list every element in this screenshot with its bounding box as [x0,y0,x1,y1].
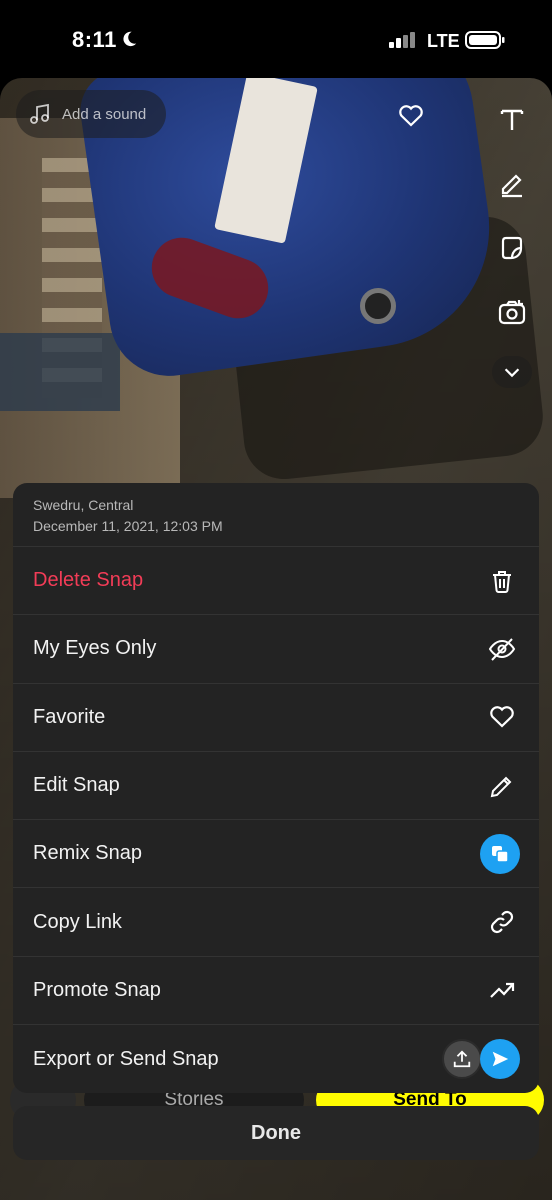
sheet-header: Swedru, Central December 11, 2021, 12:03… [13,483,539,547]
camera-flip-icon [498,300,526,325]
sticker-tool-button[interactable] [492,228,532,268]
draw-tool-button[interactable] [492,164,532,204]
editing-tools [492,100,532,388]
heart-icon [487,702,517,732]
status-bar: 8:11 LTE [0,0,552,78]
pencil-icon [487,771,517,801]
trash-icon [487,566,517,596]
favorite-item[interactable]: Favorite [13,684,539,752]
status-time: 8:11 [72,27,117,52]
car-exhaust [360,288,396,324]
menu-item-label: My Eyes Only [33,637,157,660]
text-tool-button[interactable] [492,100,532,140]
export-send-snap-item[interactable]: Export or Send Snap [13,1025,539,1093]
sticker-icon [501,236,523,260]
remix-snap-item[interactable]: Remix Snap [13,820,539,889]
menu-item-label: Copy Link [33,910,122,933]
snap-location: Swedru, Central [33,497,134,513]
menu-item-label: Remix Snap [33,842,142,865]
promote-snap-item[interactable]: Promote Snap [13,957,539,1026]
music-note-icon [30,103,49,124]
moon-icon [123,31,137,47]
delete-snap-item[interactable]: Delete Snap [13,547,539,616]
menu-item-label: Delete Snap [33,569,144,592]
trending-up-icon [487,975,517,1005]
copy-link-item[interactable]: Copy Link [13,888,539,957]
my-eyes-only-item[interactable]: My Eyes Only [13,615,539,684]
chevron-down-icon [504,368,520,378]
add-sound-button[interactable]: Add a sound [16,90,166,138]
remix-icon [480,833,520,874]
camera-flip-button[interactable] [492,292,532,332]
snap-date: December 11, 2021, 12:03 PM [33,518,223,534]
eye-slash-icon [487,634,517,664]
pencil-icon [501,174,522,198]
menu-item-label: Export or Send Snap [33,1047,219,1070]
done-button[interactable]: Done [13,1106,539,1160]
menu-item-label: Favorite [33,705,106,728]
heart-icon[interactable] [398,104,424,128]
edit-snap-item[interactable]: Edit Snap [13,752,539,821]
send-arrow-icon[interactable] [480,1039,520,1080]
network-type: LTE [427,31,460,51]
done-label: Done [251,1121,301,1144]
menu-item-label: Edit Snap [33,774,120,797]
signal-icon [389,32,415,48]
battery-icon [465,31,505,49]
upload-icon[interactable] [442,1039,482,1080]
link-icon [487,907,517,937]
background-door [0,333,120,411]
more-tools-button[interactable] [492,356,532,388]
snap-options-sheet: Swedru, Central December 11, 2021, 12:03… [13,483,539,1093]
add-sound-label: Add a sound [62,105,147,123]
text-icon [500,109,524,130]
menu-item-label: Promote Snap [33,978,161,1001]
